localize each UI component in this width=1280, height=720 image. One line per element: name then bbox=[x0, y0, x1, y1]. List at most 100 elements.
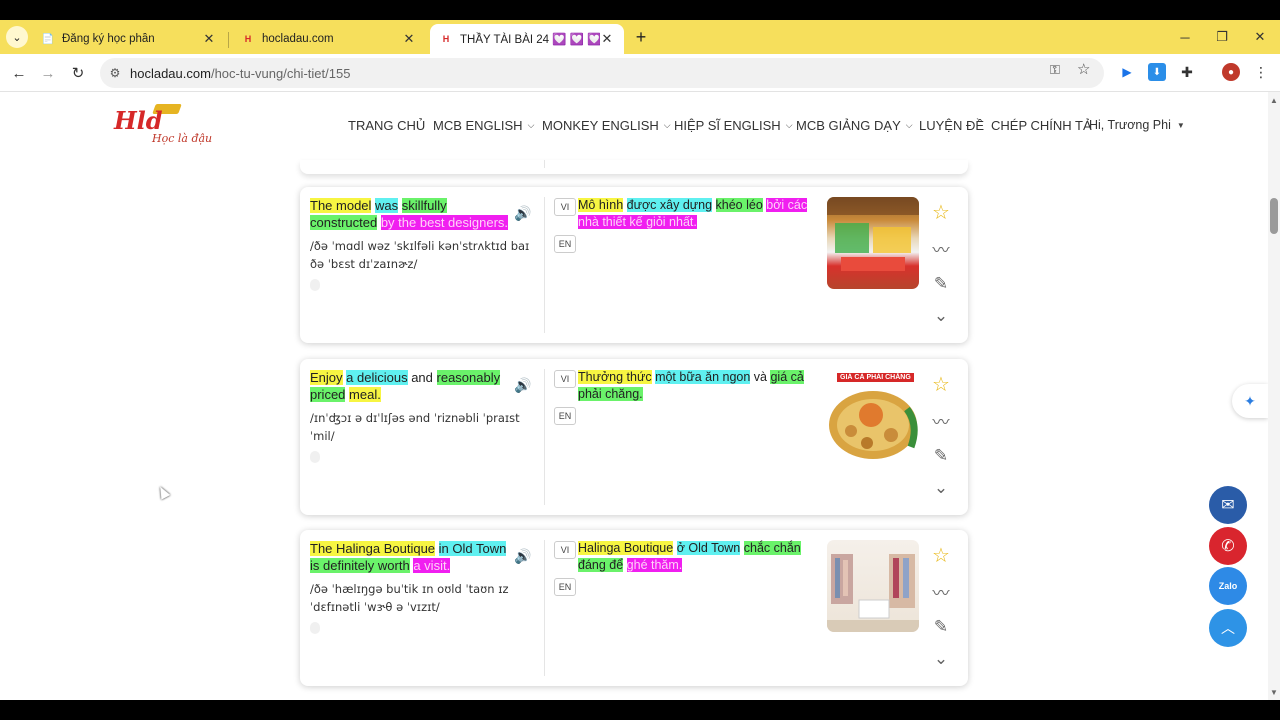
tab-active[interactable]: H THẦY TÀI BÀI 24 💟 💟 💟 TRẢ ✕ bbox=[430, 24, 624, 54]
scrollbar-thumb[interactable] bbox=[1270, 198, 1278, 234]
extension-cursor-icon[interactable]: ▶ bbox=[1118, 63, 1136, 81]
chevron-down-icon: ⌵ bbox=[905, 120, 913, 130]
minimize-icon[interactable]: ─ bbox=[1173, 26, 1197, 48]
chevron-down-icon[interactable]: ⌄ bbox=[930, 648, 952, 670]
tab-search-button[interactable]: ⌄ bbox=[6, 26, 28, 48]
assistant-chip[interactable]: ✦ bbox=[1232, 384, 1268, 418]
vocab-card: The Halinga Boutique in Old Town is defi… bbox=[300, 530, 968, 686]
reload-icon[interactable]: ↻ bbox=[67, 62, 89, 84]
address-bar[interactable]: ⚙ hocladau.com/hoc-tu-vung/chi-tiet/155 bbox=[100, 58, 1104, 88]
boutique-image bbox=[827, 554, 919, 632]
nav-trang-chu[interactable]: TRANG CHỦ bbox=[348, 118, 425, 133]
chevron-down-icon: ⌵ bbox=[785, 120, 793, 130]
chevron-up-icon: ︿ bbox=[1221, 620, 1235, 636]
plain-text bbox=[712, 198, 715, 212]
highlight-phrase: Thưởng thức bbox=[578, 370, 652, 384]
highlight-phrase: khéo léo bbox=[715, 198, 763, 212]
chevron-down-icon: ⌵ bbox=[663, 120, 671, 130]
nav-mcb-english[interactable]: MCB ENGLISH ⌵ bbox=[433, 118, 534, 133]
forward-icon[interactable]: → bbox=[37, 62, 59, 84]
new-tab-button[interactable]: + bbox=[630, 26, 652, 48]
highlight-phrase: ghé thăm. bbox=[626, 558, 683, 572]
highlight-phrase: một bữa ăn ngon bbox=[655, 370, 751, 384]
nav-label: CHÉP CHÍNH TẢ bbox=[991, 118, 1092, 133]
user-menu[interactable]: Hi, Trương Phi ▼ bbox=[1089, 118, 1185, 132]
vietnamese-translation: Thưởng thức một bữa ăn ngon và giá cả ph… bbox=[578, 369, 818, 403]
speaker-icon[interactable]: 🔊 bbox=[514, 377, 531, 394]
listen-icon[interactable]: 〰 bbox=[930, 409, 952, 432]
star-icon[interactable]: ☆ bbox=[930, 373, 952, 396]
restore-icon[interactable]: ❐ bbox=[1210, 26, 1234, 48]
nav-monkey-english[interactable]: MONKEY ENGLISH ⌵ bbox=[542, 118, 671, 133]
illustration-image: GIÁ CẢ PHẢI CHĂNG bbox=[827, 369, 919, 461]
speaker-icon[interactable]: 🔊 bbox=[514, 548, 531, 565]
english-sentence: Enjoy a delicious and reasonably priced … bbox=[310, 369, 514, 403]
nav-label: HIỆP SĨ ENGLISH bbox=[674, 118, 781, 133]
document-icon: 📄 bbox=[41, 33, 55, 45]
ipa-transcription: /ɪnˈʤɔɪ ə dɪˈlɪʃəs ənd ˈriznəbli ˈpraɪst… bbox=[310, 411, 520, 443]
highlight-phrase: Mô hình bbox=[578, 198, 624, 212]
lang-en-button[interactable]: EN bbox=[554, 407, 576, 425]
bookmark-star-icon[interactable]: ☆ bbox=[1077, 60, 1090, 78]
site-header: Hld Học là đậu TRANG CHỦ MCB ENGLISH ⌵ MO… bbox=[0, 92, 1268, 160]
chevron-down-icon[interactable]: ⌄ bbox=[930, 305, 952, 327]
sparkle-icon: ✦ bbox=[1244, 392, 1256, 409]
phone-button[interactable]: ✆ bbox=[1209, 527, 1247, 565]
scroll-up-icon[interactable]: ▲ bbox=[1268, 94, 1280, 106]
back-icon[interactable]: ← bbox=[8, 62, 30, 84]
lang-en-button[interactable]: EN bbox=[554, 235, 576, 253]
ipa-transcription: /ðə ˈmɑdl wəz ˈskɪlfəli kənˈstrʌktɪd baɪ… bbox=[310, 239, 530, 271]
profile-avatar[interactable]: ● bbox=[1222, 63, 1240, 81]
window-close-icon[interactable]: ✕ bbox=[1248, 26, 1272, 48]
highlight-phrase: meal. bbox=[349, 387, 381, 402]
lang-vi-button[interactable]: VI bbox=[554, 198, 576, 216]
lang-vi-button[interactable]: VI bbox=[554, 370, 576, 388]
image-caption: GIÁ CẢ PHẢI CHĂNG bbox=[837, 373, 914, 382]
scroll-down-icon[interactable]: ▼ bbox=[1268, 686, 1280, 698]
illustration-image bbox=[827, 540, 919, 632]
edit-icon[interactable]: ✎ bbox=[930, 616, 952, 638]
listen-icon[interactable]: 〰 bbox=[930, 237, 952, 260]
vocab-card: The model was skillfully constructed by … bbox=[300, 187, 968, 343]
nav-hiep-si-english[interactable]: HIỆP SĨ ENGLISH ⌵ bbox=[674, 118, 793, 133]
caret-down-icon: ▼ bbox=[1176, 120, 1185, 130]
tab-dang-ky[interactable]: 📄 Đăng ký học phần ✕ bbox=[32, 24, 226, 54]
previous-card bbox=[300, 160, 968, 174]
vocab-list: The model was skillfully constructed by … bbox=[0, 160, 1268, 700]
lang-vi-button[interactable]: VI bbox=[554, 541, 576, 559]
site-logo[interactable]: Hld Học là đậu bbox=[114, 104, 214, 150]
more-menu-icon[interactable]: ⋮ bbox=[1252, 63, 1270, 81]
close-icon[interactable]: ✕ bbox=[600, 31, 614, 47]
zalo-button[interactable]: Zalo bbox=[1209, 567, 1247, 605]
tab-title: Đăng ký học phần bbox=[62, 33, 155, 45]
star-icon[interactable]: ☆ bbox=[930, 544, 952, 567]
messenger-button[interactable]: ✉ bbox=[1209, 486, 1247, 524]
page-scrollbar[interactable]: ▲ ▼ bbox=[1268, 92, 1280, 700]
tab-hocladau[interactable]: H hocladau.com ✕ bbox=[232, 24, 426, 54]
close-icon[interactable]: ✕ bbox=[402, 31, 416, 47]
extensions-puzzle-icon[interactable]: ✚ bbox=[1178, 63, 1196, 81]
highlight-phrase: The model bbox=[310, 198, 372, 213]
nav-label: MCB ENGLISH bbox=[433, 118, 523, 133]
speaker-icon[interactable]: 🔊 bbox=[514, 205, 531, 222]
nav-mcb-giang-day[interactable]: MCB GIẢNG DẠY ⌵ bbox=[796, 118, 913, 133]
site-info-icon[interactable]: ⚙ bbox=[100, 66, 130, 80]
close-icon[interactable]: ✕ bbox=[202, 31, 216, 47]
scroll-top-button[interactable]: ︿ bbox=[1209, 609, 1247, 647]
chevron-down-icon[interactable]: ⌄ bbox=[930, 477, 952, 499]
edit-icon[interactable]: ✎ bbox=[930, 273, 952, 295]
nav-label: MONKEY ENGLISH bbox=[542, 118, 659, 133]
password-key-icon[interactable]: ⚿ bbox=[1050, 62, 1060, 78]
nav-chep-chinh-ta[interactable]: CHÉP CHÍNH TẢ bbox=[991, 118, 1092, 133]
extension-drop-icon[interactable]: ⬇ bbox=[1148, 63, 1166, 81]
star-icon[interactable]: ☆ bbox=[930, 201, 952, 224]
lang-en-button[interactable]: EN bbox=[554, 578, 576, 596]
user-greeting: Hi, Trương Phi bbox=[1089, 118, 1171, 132]
highlight-phrase: Halinga Boutique bbox=[578, 541, 674, 555]
edit-icon[interactable]: ✎ bbox=[930, 445, 952, 467]
messenger-icon: ✉ bbox=[1221, 497, 1235, 514]
listen-icon[interactable]: 〰 bbox=[930, 580, 952, 603]
english-sentence: The Halinga Boutique in Old Town is defi… bbox=[310, 540, 514, 574]
nav-luyen-de[interactable]: LUYỆN ĐỀ bbox=[919, 118, 984, 133]
tab-title: hocladau.com bbox=[262, 33, 334, 45]
